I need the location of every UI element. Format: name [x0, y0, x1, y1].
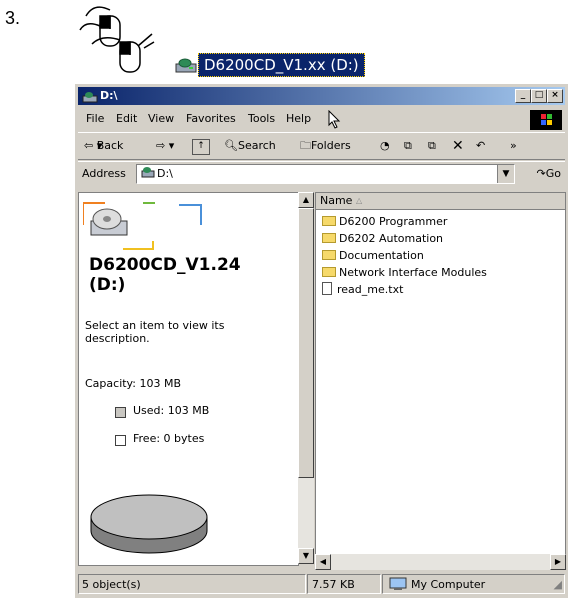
- folder-icon: [322, 267, 336, 277]
- drive-desktop-label[interactable]: D6200CD_V1.xx (D:): [198, 53, 365, 77]
- drive-name: D6200CD_V1.24 (D:): [89, 255, 241, 295]
- explorer-window: D:\ _ □ × File Edit View Favorites Tools…: [74, 83, 568, 598]
- mouse-double-click-icon: [79, 6, 155, 73]
- go-label: Go: [545, 167, 561, 180]
- drive-icon: [82, 92, 98, 103]
- resize-grip-icon[interactable]: ◢: [554, 575, 562, 595]
- scroll-down-button[interactable]: ▼: [298, 548, 314, 564]
- title-bar[interactable]: D:\ _ □ ×: [78, 87, 565, 105]
- mouse-pointer-icon: [328, 110, 341, 129]
- window-title: D:\: [100, 89, 118, 102]
- delete-icon[interactable]: ✕: [452, 133, 464, 159]
- move-to-icon[interactable]: ⧉: [404, 133, 412, 159]
- minimize-button[interactable]: _: [515, 89, 531, 103]
- status-size: 7.57 KB: [312, 578, 355, 591]
- more-toolbar-icon[interactable]: »: [510, 133, 517, 159]
- address-bar: Address D:\ ▼ ↷Go: [78, 161, 565, 186]
- list-item[interactable]: Documentation: [322, 247, 424, 264]
- close-button[interactable]: ×: [547, 89, 563, 103]
- list-item-label: Documentation: [339, 249, 424, 262]
- windows-logo-icon: [530, 110, 562, 130]
- list-item[interactable]: read_me.txt: [322, 281, 403, 298]
- capacity-text: Capacity: 103 MB: [85, 377, 182, 390]
- back-button[interactable]: ⇦ Back ▾: [84, 133, 123, 159]
- horizontal-scrollbar[interactable]: ◀ ▶: [315, 554, 566, 570]
- list-item-label: Network Interface Modules: [339, 266, 487, 279]
- free-text: Free: 0 bytes: [133, 432, 205, 445]
- menu-edit[interactable]: Edit: [116, 108, 137, 130]
- drive-name-line2: (D:): [89, 275, 126, 295]
- address-value: D:\: [157, 167, 173, 180]
- column-name-label: Name: [320, 194, 353, 207]
- folder-icon: [322, 233, 336, 243]
- step-number: 3.: [5, 8, 21, 28]
- text-file-icon: [322, 282, 332, 295]
- menu-help[interactable]: Help: [286, 108, 311, 130]
- drive-icon: [141, 165, 155, 183]
- status-size-panel: 7.57 KB: [307, 574, 381, 594]
- menu-file[interactable]: File: [86, 108, 104, 130]
- folder-icon: [322, 250, 336, 260]
- free-swatch: [115, 435, 126, 446]
- folders-label: Folders: [311, 139, 351, 152]
- list-item[interactable]: Network Interface Modules: [322, 264, 487, 281]
- file-list-pane: Name △ D6200 Programmer D6202 Automation…: [315, 192, 566, 564]
- folders-button[interactable]: 🗀 Folders: [300, 133, 351, 159]
- used-text: Used: 103 MB: [133, 404, 210, 417]
- cd-drive-icon: [83, 202, 202, 250]
- copy-to-icon[interactable]: ⧉: [428, 133, 436, 159]
- scroll-up-button[interactable]: ▲: [298, 192, 314, 208]
- status-objects-panel: 5 object(s): [78, 574, 306, 594]
- scroll-left-button[interactable]: ◀: [315, 554, 331, 570]
- pie-disk-icon: [90, 494, 208, 554]
- list-item-label: D6202 Automation: [339, 232, 444, 245]
- list-item-label: read_me.txt: [337, 283, 404, 296]
- column-header-name[interactable]: Name △: [316, 193, 565, 210]
- go-button[interactable]: ↷Go: [537, 162, 561, 186]
- list-item[interactable]: D6200 Programmer: [322, 213, 447, 230]
- back-label: Back: [96, 139, 124, 152]
- list-item-label: D6200 Programmer: [339, 215, 448, 228]
- scroll-right-button[interactable]: ▶: [550, 554, 566, 570]
- menu-favorites[interactable]: Favorites: [186, 108, 236, 130]
- status-objects: 5 object(s): [82, 578, 141, 591]
- history-icon[interactable]: ◔: [380, 133, 390, 159]
- left-info-pane: D6200CD_V1.24 (D:) Select an item to vie…: [78, 192, 299, 566]
- toolbar: ⇦ Back ▾ ⇨ ▾ ↑ 🔍︎ Search 🗀 Folders ◔ ⧉ ⧉ …: [78, 132, 565, 160]
- status-location-panel: My Computer ◢: [382, 574, 565, 594]
- computer-icon: [389, 577, 407, 590]
- address-input[interactable]: D:\ ▼: [136, 164, 515, 184]
- left-vertical-scrollbar[interactable]: ▲ ▼: [298, 192, 314, 564]
- scroll-thumb[interactable]: [298, 208, 314, 478]
- status-location: My Computer: [411, 578, 486, 591]
- menu-tools[interactable]: Tools: [248, 108, 275, 130]
- description-hint: Select an item to view its description.: [85, 319, 225, 345]
- used-swatch: [115, 407, 126, 418]
- up-folder-icon[interactable]: ↑: [192, 139, 210, 155]
- drive-name-line1: D6200CD_V1.24: [89, 255, 241, 275]
- forward-button[interactable]: ⇨ ▾: [156, 133, 174, 159]
- sort-ascending-icon: △: [356, 196, 363, 205]
- address-dropdown-button[interactable]: ▼: [497, 165, 514, 183]
- menu-bar: File Edit View Favorites Tools Help: [78, 108, 565, 130]
- folder-icon: [322, 216, 336, 226]
- address-label: Address: [82, 167, 126, 180]
- drive-icon: [175, 58, 197, 73]
- menu-view[interactable]: View: [148, 108, 174, 130]
- status-bar: 5 object(s) 7.57 KB My Computer ◢: [78, 574, 565, 594]
- undo-icon[interactable]: ↶: [476, 133, 485, 159]
- search-label: Search: [237, 139, 276, 152]
- maximize-button[interactable]: □: [531, 89, 547, 103]
- search-button[interactable]: 🔍︎ Search: [224, 133, 276, 159]
- list-item[interactable]: D6202 Automation: [322, 230, 443, 247]
